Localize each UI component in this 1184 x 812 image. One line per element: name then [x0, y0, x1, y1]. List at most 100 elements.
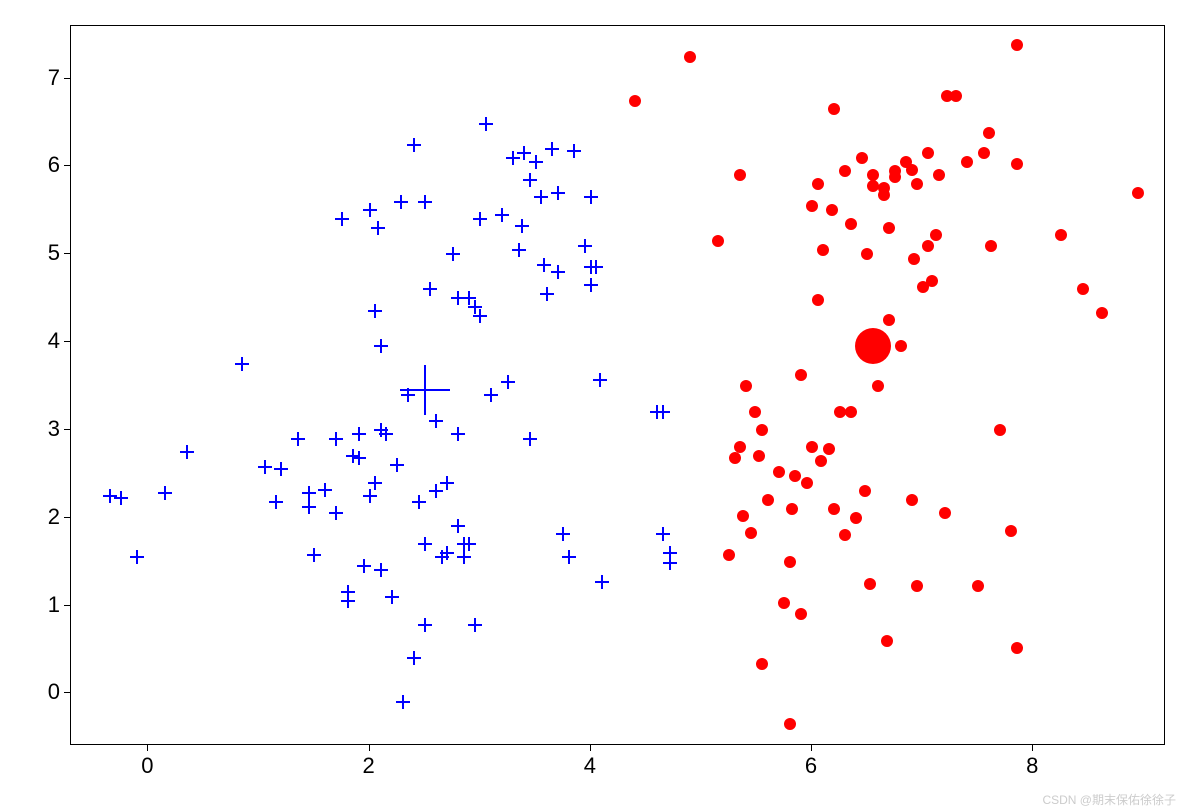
plus-marker	[423, 282, 437, 296]
dot-marker	[729, 452, 741, 464]
plus-marker	[551, 186, 565, 200]
plus-marker	[371, 221, 385, 235]
plus-marker	[291, 432, 305, 446]
plus-marker	[114, 491, 128, 505]
plus-marker	[130, 550, 144, 564]
plus-marker	[329, 432, 343, 446]
dot-marker	[922, 147, 934, 159]
y-tick	[64, 605, 70, 606]
plus-marker	[663, 546, 677, 560]
dot-marker	[895, 340, 907, 352]
dot-marker	[985, 240, 997, 252]
dot-marker	[839, 165, 851, 177]
dot-marker	[823, 443, 835, 455]
dot-marker	[812, 294, 824, 306]
y-tick-label: 3	[48, 416, 60, 442]
plus-marker	[318, 483, 332, 497]
dot-marker	[961, 156, 973, 168]
y-tick-label: 4	[48, 328, 60, 354]
dot-marker	[773, 466, 785, 478]
y-tick	[64, 78, 70, 79]
dot-marker	[712, 235, 724, 247]
plus-marker	[269, 495, 283, 509]
dot-marker	[762, 494, 774, 506]
plus-marker	[529, 155, 543, 169]
dot-marker	[806, 441, 818, 453]
plus-marker	[352, 451, 366, 465]
plus-marker	[379, 427, 393, 441]
dot-marker	[1011, 642, 1023, 654]
plus-marker	[418, 618, 432, 632]
plus-marker	[407, 651, 421, 665]
plus-marker	[307, 548, 321, 562]
dot-marker	[756, 424, 768, 436]
dot-marker	[994, 424, 1006, 436]
plus-marker	[584, 190, 598, 204]
y-tick	[64, 517, 70, 518]
plus-marker	[540, 287, 554, 301]
dot-marker	[1132, 187, 1144, 199]
dot-marker	[856, 152, 868, 164]
dot-marker	[839, 529, 851, 541]
dot-marker	[933, 169, 945, 181]
plus-marker	[180, 445, 194, 459]
dot-marker	[786, 503, 798, 515]
dot-marker	[684, 51, 696, 63]
dot-marker	[950, 90, 962, 102]
plus-marker	[545, 142, 559, 156]
plus-marker	[368, 476, 382, 490]
y-tick	[64, 165, 70, 166]
dot-marker	[906, 164, 918, 176]
plus-marker	[363, 203, 377, 217]
dot-marker	[911, 580, 923, 592]
plus-marker	[495, 208, 509, 222]
dot-marker	[908, 253, 920, 265]
plus-marker	[537, 258, 551, 272]
plus-marker	[368, 304, 382, 318]
plus-marker	[258, 460, 272, 474]
dot-marker	[861, 248, 873, 260]
plus-marker	[451, 519, 465, 533]
dot-marker	[1011, 39, 1023, 51]
plus-marker	[335, 212, 349, 226]
plus-marker	[329, 506, 343, 520]
plus-marker	[302, 486, 316, 500]
dot-marker	[815, 455, 827, 467]
dot-marker	[878, 189, 890, 201]
y-tick	[64, 692, 70, 693]
cluster2-centroid	[855, 328, 891, 364]
plus-marker	[656, 405, 670, 419]
plus-marker	[357, 559, 371, 573]
dot-marker	[795, 608, 807, 620]
dot-marker	[911, 178, 923, 190]
plus-marker	[363, 489, 377, 503]
dot-marker	[930, 229, 942, 241]
x-tick-label: 8	[1026, 753, 1038, 779]
plus-marker	[394, 195, 408, 209]
plus-marker	[407, 138, 421, 152]
plus-marker	[512, 243, 526, 257]
cluster1-centroid	[400, 365, 450, 415]
plus-marker	[462, 537, 476, 551]
plus-marker	[473, 212, 487, 226]
plus-marker	[551, 265, 565, 279]
dot-marker	[859, 485, 871, 497]
plus-marker	[656, 527, 670, 541]
dot-marker	[784, 556, 796, 568]
dot-marker	[812, 178, 824, 190]
plus-marker	[274, 462, 288, 476]
dot-marker	[845, 406, 857, 418]
x-tick	[811, 745, 812, 751]
plus-marker	[451, 427, 465, 441]
x-tick	[1032, 745, 1033, 751]
plus-marker	[440, 476, 454, 490]
dot-marker	[1077, 283, 1089, 295]
x-tick-label: 2	[363, 753, 375, 779]
dot-marker	[845, 218, 857, 230]
plus-marker	[390, 458, 404, 472]
plus-marker	[589, 260, 603, 274]
y-tick-label: 1	[48, 592, 60, 618]
y-tick-label: 0	[48, 679, 60, 705]
dot-marker	[734, 169, 746, 181]
y-tick-label: 5	[48, 240, 60, 266]
